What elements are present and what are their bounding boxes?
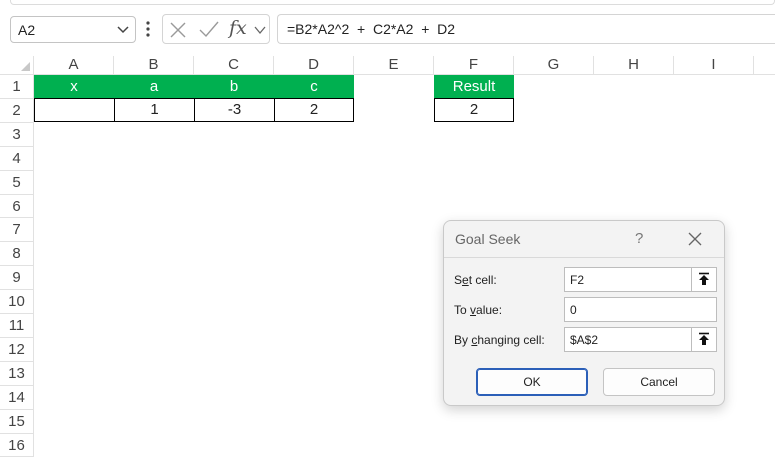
column-header-overflow — [754, 56, 775, 75]
row-header-7[interactable]: 7 — [0, 218, 34, 242]
row-header-6[interactable]: 6 — [0, 195, 34, 218]
row-header-16[interactable]: 16 — [0, 434, 34, 457]
cancel-button[interactable]: Cancel — [603, 368, 715, 396]
collapse-arrow-icon — [699, 272, 709, 285]
column-header-b[interactable]: B — [114, 56, 194, 75]
column-header-c[interactable]: C — [194, 56, 274, 75]
column-header-i[interactable]: I — [674, 56, 754, 75]
column-header-e[interactable]: E — [354, 56, 434, 75]
dialog-title: Goal Seek — [455, 231, 521, 247]
select-all-button[interactable] — [0, 56, 34, 75]
to-value-value: 0 — [570, 303, 577, 317]
changing-cell-value: $A$2 — [570, 333, 599, 347]
column-header-d[interactable]: D — [274, 56, 354, 75]
insert-function-icon[interactable]: fx — [229, 17, 247, 39]
row-header-3[interactable]: 3 — [0, 123, 34, 147]
collapse-dialog-button[interactable] — [691, 328, 716, 351]
column-header-a[interactable]: A — [34, 56, 114, 75]
select-all-icon — [21, 62, 30, 71]
column-header-h[interactable]: H — [594, 56, 674, 75]
help-icon[interactable]: ? — [635, 230, 643, 247]
cell-D2[interactable]: 2 — [274, 98, 354, 122]
row-header-1[interactable]: 1 — [0, 75, 34, 99]
formula-bar-row: A2 fx =B2*A2^2 + C2*A2 + D2 — [0, 0, 775, 56]
cell-A2[interactable] — [34, 98, 115, 122]
column-header-f[interactable]: F — [434, 56, 514, 75]
cell-B1[interactable]: a — [114, 75, 194, 98]
set-cell-label: Set cell: — [454, 273, 497, 287]
column-header-g[interactable]: G — [514, 56, 594, 75]
cell-B2[interactable]: 1 — [114, 98, 195, 122]
cell-C1[interactable]: b — [194, 75, 274, 98]
chevron-down-icon[interactable] — [254, 26, 266, 35]
set-cell-value: F2 — [570, 273, 585, 287]
row-header-5[interactable]: 5 — [0, 171, 34, 195]
formula-actions: fx — [162, 14, 270, 44]
ribbon-edge — [10, 0, 775, 5]
cell-F1[interactable]: Result — [434, 75, 514, 98]
name-box[interactable]: A2 — [10, 16, 136, 43]
ok-button[interactable]: OK — [476, 368, 588, 396]
excel-window: A2 fx =B2*A2^2 + C2*A2 + D2 A B C D E F … — [0, 0, 775, 458]
collapse-dialog-button[interactable] — [691, 268, 716, 291]
name-box-value: A2 — [18, 22, 36, 38]
cancel-icon[interactable] — [170, 22, 186, 38]
to-value-field[interactable]: 0 — [564, 297, 717, 322]
to-value-label: To value: — [454, 303, 503, 317]
checkmark-icon[interactable] — [199, 21, 219, 38]
row-header-10[interactable]: 10 — [0, 290, 34, 314]
formula-input[interactable]: =B2*A2^2 + C2*A2 + D2 — [277, 14, 775, 44]
cell-D1[interactable]: c — [274, 75, 354, 98]
more-options-icon[interactable] — [143, 18, 153, 40]
changing-cell-label: By changing cell: — [454, 333, 545, 347]
row-header-2[interactable]: 2 — [0, 99, 34, 123]
row-header-15[interactable]: 15 — [0, 410, 34, 434]
dialog-divider — [444, 257, 724, 258]
goal-seek-dialog: Goal Seek ? Set cell: F2 To value: 0 By … — [443, 220, 725, 406]
set-cell-field[interactable]: F2 — [564, 267, 717, 292]
cell-F2[interactable]: 2 — [434, 98, 514, 122]
formula-text: =B2*A2^2 + C2*A2 + D2 — [287, 21, 456, 37]
row-header-9[interactable]: 9 — [0, 266, 34, 290]
row-header-8[interactable]: 8 — [0, 242, 34, 266]
cell-A1[interactable]: x — [34, 75, 114, 98]
row-header-4[interactable]: 4 — [0, 147, 34, 171]
close-icon[interactable] — [688, 232, 702, 246]
row-header-11[interactable]: 11 — [0, 314, 34, 338]
row-header-12[interactable]: 12 — [0, 338, 34, 362]
chevron-down-icon[interactable] — [117, 25, 129, 35]
row-header-13[interactable]: 13 — [0, 362, 34, 386]
cell-C2[interactable]: -3 — [194, 98, 275, 122]
collapse-arrow-icon — [699, 332, 709, 345]
row-header-14[interactable]: 14 — [0, 386, 34, 410]
changing-cell-field[interactable]: $A$2 — [564, 327, 717, 352]
